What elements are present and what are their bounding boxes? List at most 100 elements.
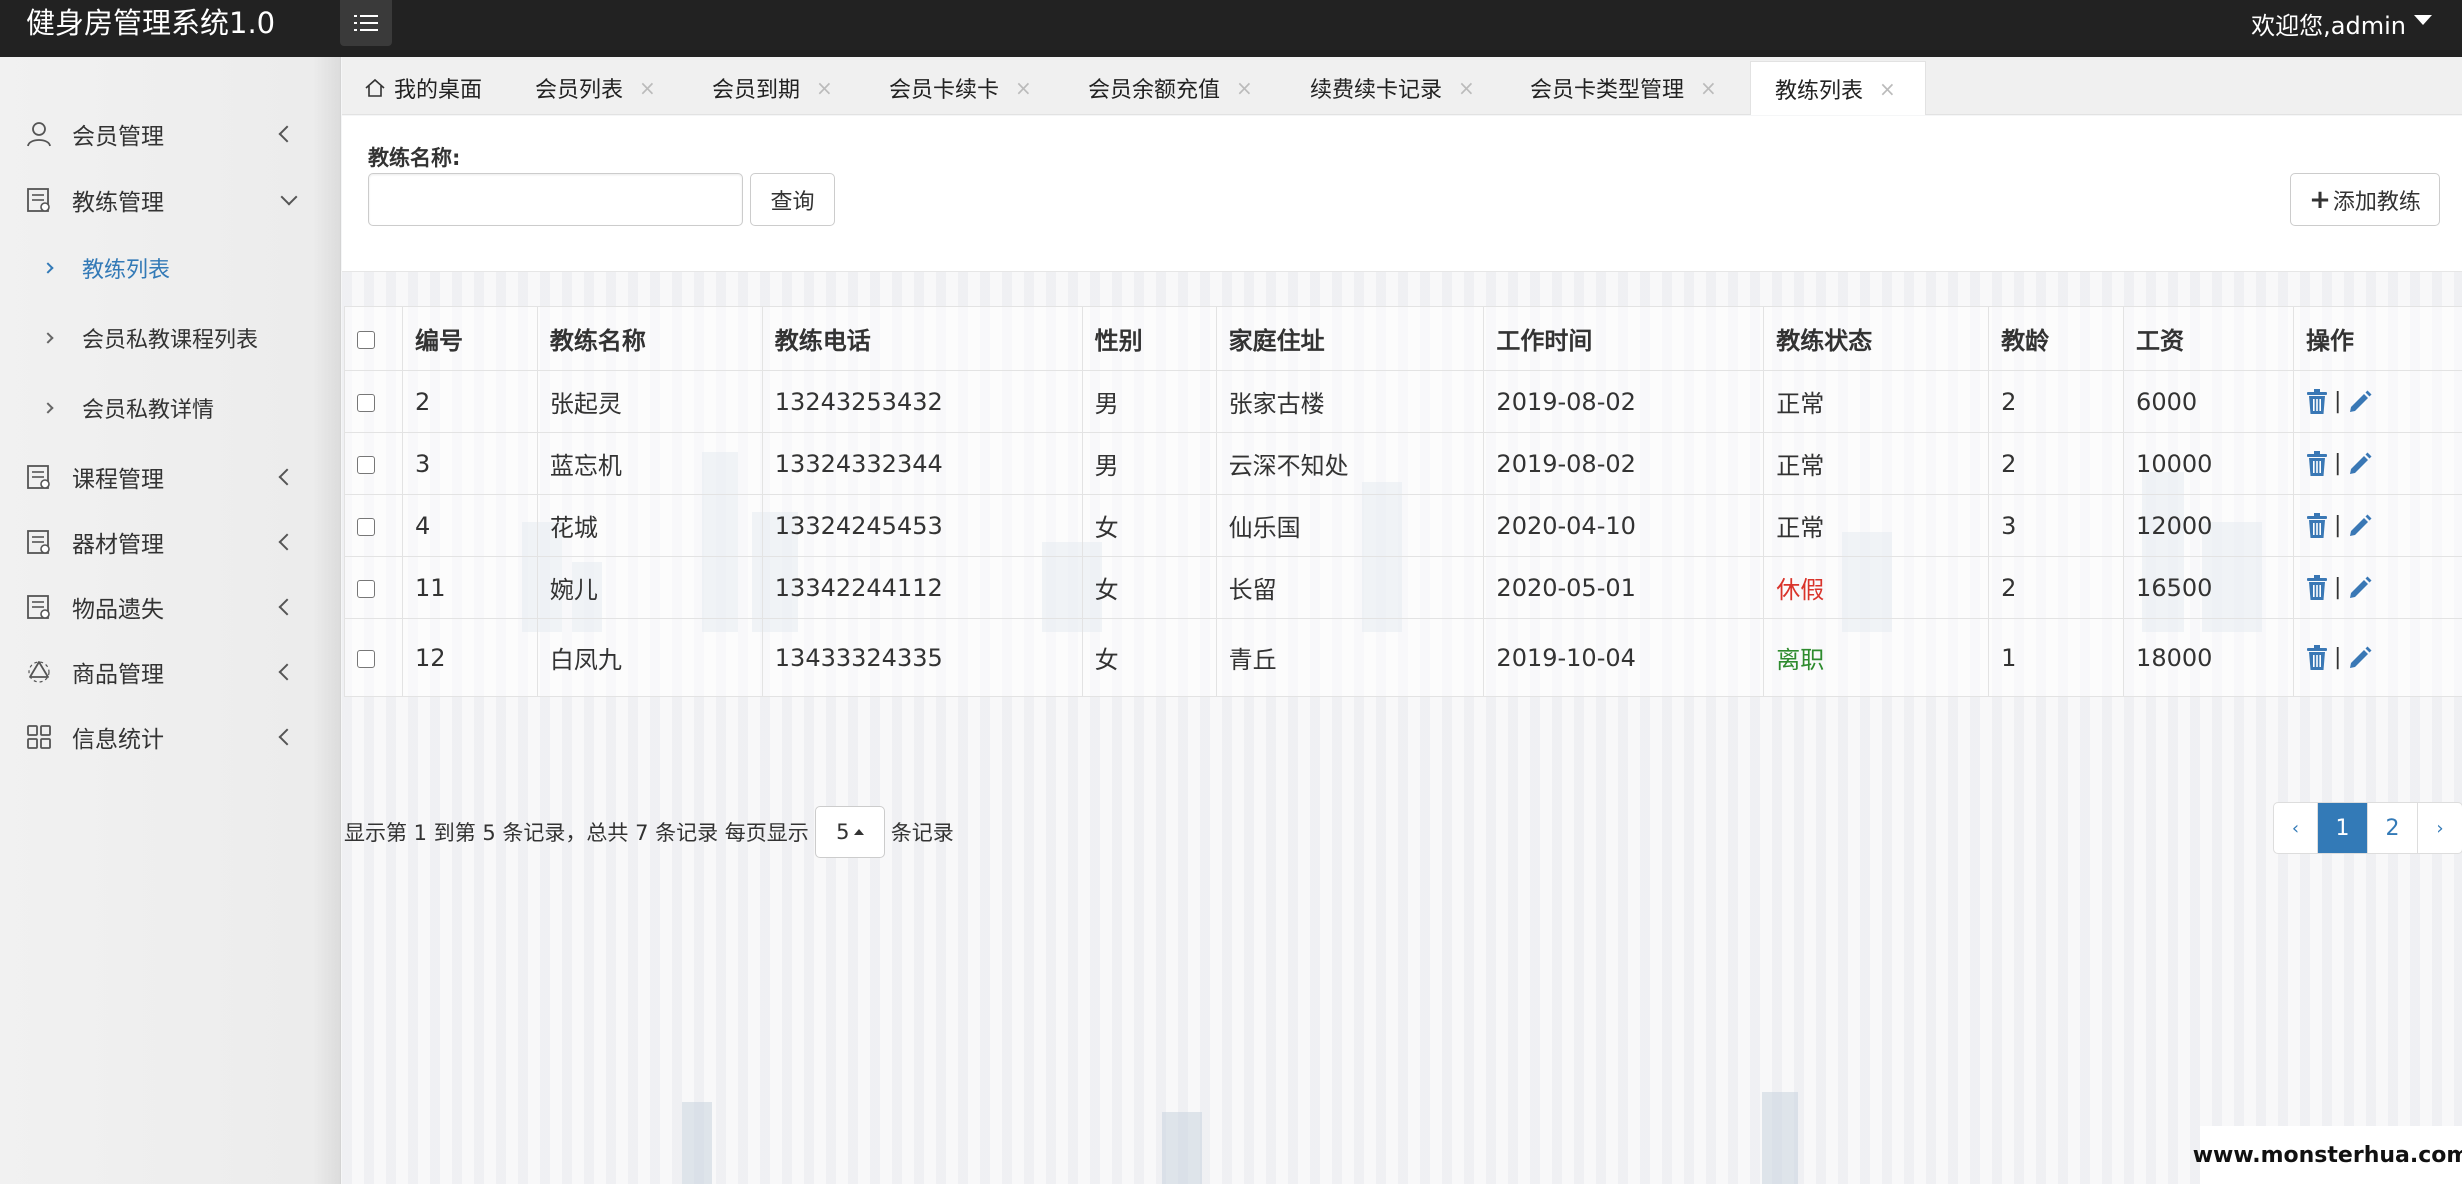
- row-checkbox[interactable]: [357, 579, 375, 598]
- user-menu[interactable]: 欢迎您,admin: [2251, 0, 2432, 46]
- row-actions: |: [2306, 512, 2451, 539]
- close-icon[interactable]: ×: [1458, 76, 1475, 100]
- sidebar-item-label: 会员管理: [72, 124, 164, 150]
- trash-icon[interactable]: [2306, 450, 2328, 477]
- row-select-cell[interactable]: [344, 556, 403, 619]
- cell-gender: 女: [1081, 494, 1217, 557]
- add-coach-button[interactable]: + 添加教练: [2290, 173, 2440, 226]
- page-1-button[interactable]: 1: [2318, 803, 2368, 853]
- trash-icon[interactable]: [2306, 574, 2328, 601]
- cell-work-date: 2019-08-02: [1483, 432, 1765, 495]
- page-2-button[interactable]: 2: [2368, 803, 2418, 853]
- sidebar-item-course[interactable]: 课程管理: [0, 447, 341, 507]
- cell-address: 青丘: [1215, 618, 1485, 697]
- edit-icon[interactable]: [2347, 451, 2373, 477]
- menu-toggle-button[interactable]: [340, 0, 392, 46]
- cell-phone: 13433324335: [761, 618, 1083, 697]
- search-panel: 教练名称: 查询 + 添加教练: [342, 116, 2462, 272]
- cell-salary: 16500: [2123, 556, 2294, 619]
- row-checkbox[interactable]: [357, 393, 375, 412]
- cell-gender: 男: [1081, 432, 1217, 495]
- prev-page-button[interactable]: ‹: [2274, 803, 2318, 853]
- sidebar-item-coach[interactable]: 教练管理: [0, 170, 341, 230]
- tab-balance-recharge[interactable]: 会员余额充值 ×: [1088, 61, 1253, 115]
- document-icon: [26, 594, 52, 620]
- column-header: 性别: [1081, 306, 1217, 371]
- query-button[interactable]: 查询: [750, 173, 835, 226]
- tab-coach-list[interactable]: 教练列表 ×: [1750, 61, 1926, 115]
- cell-years: 2: [1988, 432, 2125, 495]
- coach-name-input[interactable]: [368, 173, 743, 226]
- select-all-cell[interactable]: [344, 306, 403, 371]
- chevron-left-icon: [278, 468, 296, 486]
- row-select-cell[interactable]: [344, 432, 403, 495]
- column-header: 教练状态: [1763, 306, 1990, 371]
- cell-address: 云深不知处: [1215, 432, 1485, 495]
- skyline-decoration: [1762, 1092, 1798, 1184]
- content-area: 编号 教练名称 教练电话 性别 家庭住址 工作时间 教练状态 教龄 工资 操作 …: [342, 272, 2462, 1184]
- cell-phone: 13342244112: [761, 556, 1083, 619]
- sidebar-item-statistics[interactable]: 信息统计: [0, 707, 341, 767]
- row-select-cell[interactable]: [344, 494, 403, 557]
- cell-years: 2: [1988, 556, 2125, 619]
- table-header-row: 编号 教练名称 教练电话 性别 家庭住址 工作时间 教练状态 教龄 工资 操作: [344, 306, 2462, 371]
- skyline-decoration: [682, 1102, 712, 1184]
- tab-desktop[interactable]: 我的桌面: [364, 61, 482, 115]
- sidebar-subitem-coach-list[interactable]: 教练列表: [0, 238, 341, 298]
- trash-icon[interactable]: [2306, 388, 2328, 415]
- sidebar-subitem-private-details[interactable]: 会员私教详情: [0, 378, 341, 438]
- tab-label: 教练列表: [1775, 78, 1864, 104]
- edit-icon[interactable]: [2347, 645, 2373, 671]
- cell-address: 长留: [1215, 556, 1485, 619]
- cell-id: 3: [401, 432, 538, 495]
- column-header: 工作时间: [1483, 306, 1765, 371]
- select-all-checkbox[interactable]: [357, 330, 375, 349]
- edit-icon[interactable]: [2347, 513, 2373, 539]
- row-checkbox[interactable]: [357, 455, 375, 474]
- close-icon[interactable]: ×: [816, 76, 833, 100]
- recycle-icon: [26, 659, 52, 685]
- pagination-info: 显示第 1 到第 5 条记录，总共 7 条记录 每页显示 5 条记录: [344, 806, 954, 858]
- action-separator: |: [2333, 451, 2342, 476]
- sidebar-item-label: 器材管理: [72, 532, 164, 558]
- row-checkbox[interactable]: [357, 517, 375, 536]
- column-header: 家庭住址: [1215, 306, 1485, 371]
- cell-id: 2: [401, 370, 538, 433]
- edit-icon[interactable]: [2347, 575, 2373, 601]
- cell-name: 婉儿: [536, 556, 763, 619]
- trash-icon[interactable]: [2306, 512, 2328, 539]
- tab-label: 会员卡续卡: [889, 78, 1000, 103]
- tab-member-expiry[interactable]: 会员到期 ×: [712, 61, 833, 115]
- tab-label: 会员卡类型管理: [1530, 78, 1685, 103]
- sidebar-subitem-private-courses[interactable]: 会员私教课程列表: [0, 308, 341, 368]
- edit-icon[interactable]: [2347, 389, 2373, 415]
- table-row: 12 白凤九 13433324335 女青丘 2019-10-04 离职 1 18000 |: [344, 618, 2462, 697]
- row-select-cell[interactable]: [344, 370, 403, 433]
- tab-label: 会员列表: [535, 78, 624, 103]
- sidebar-item-label: 商品管理: [72, 662, 164, 688]
- page-size-select[interactable]: 5: [814, 806, 885, 858]
- tab-renewal-records[interactable]: 续费续卡记录 ×: [1310, 61, 1475, 115]
- sidebar-subitem-label: 教练列表: [82, 258, 171, 283]
- app-title[interactable]: 健身房管理系统1.0: [26, 0, 275, 57]
- next-page-button[interactable]: ›: [2418, 803, 2462, 853]
- close-icon[interactable]: ×: [1879, 77, 1896, 101]
- user-greeting: 欢迎您,admin: [2251, 11, 2406, 40]
- trash-icon[interactable]: [2306, 644, 2328, 671]
- tab-card-type[interactable]: 会员卡类型管理 ×: [1530, 61, 1717, 115]
- sidebar-item-lost-items[interactable]: 物品遗失: [0, 577, 341, 637]
- tab-member-list[interactable]: 会员列表 ×: [535, 61, 656, 115]
- row-checkbox[interactable]: [357, 649, 375, 668]
- action-separator: |: [2333, 575, 2342, 600]
- caret-down-icon: [2414, 15, 2432, 25]
- column-header: 教练电话: [761, 306, 1083, 371]
- close-icon[interactable]: ×: [639, 76, 656, 100]
- sidebar-item-equipment[interactable]: 器材管理: [0, 512, 341, 572]
- sidebar-item-goods[interactable]: 商品管理: [0, 642, 341, 702]
- close-icon[interactable]: ×: [1015, 76, 1032, 100]
- close-icon[interactable]: ×: [1236, 76, 1253, 100]
- sidebar-item-member[interactable]: 会员管理: [0, 104, 341, 164]
- close-icon[interactable]: ×: [1700, 76, 1717, 100]
- tab-card-renewal[interactable]: 会员卡续卡 ×: [889, 61, 1032, 115]
- row-select-cell[interactable]: [344, 618, 403, 697]
